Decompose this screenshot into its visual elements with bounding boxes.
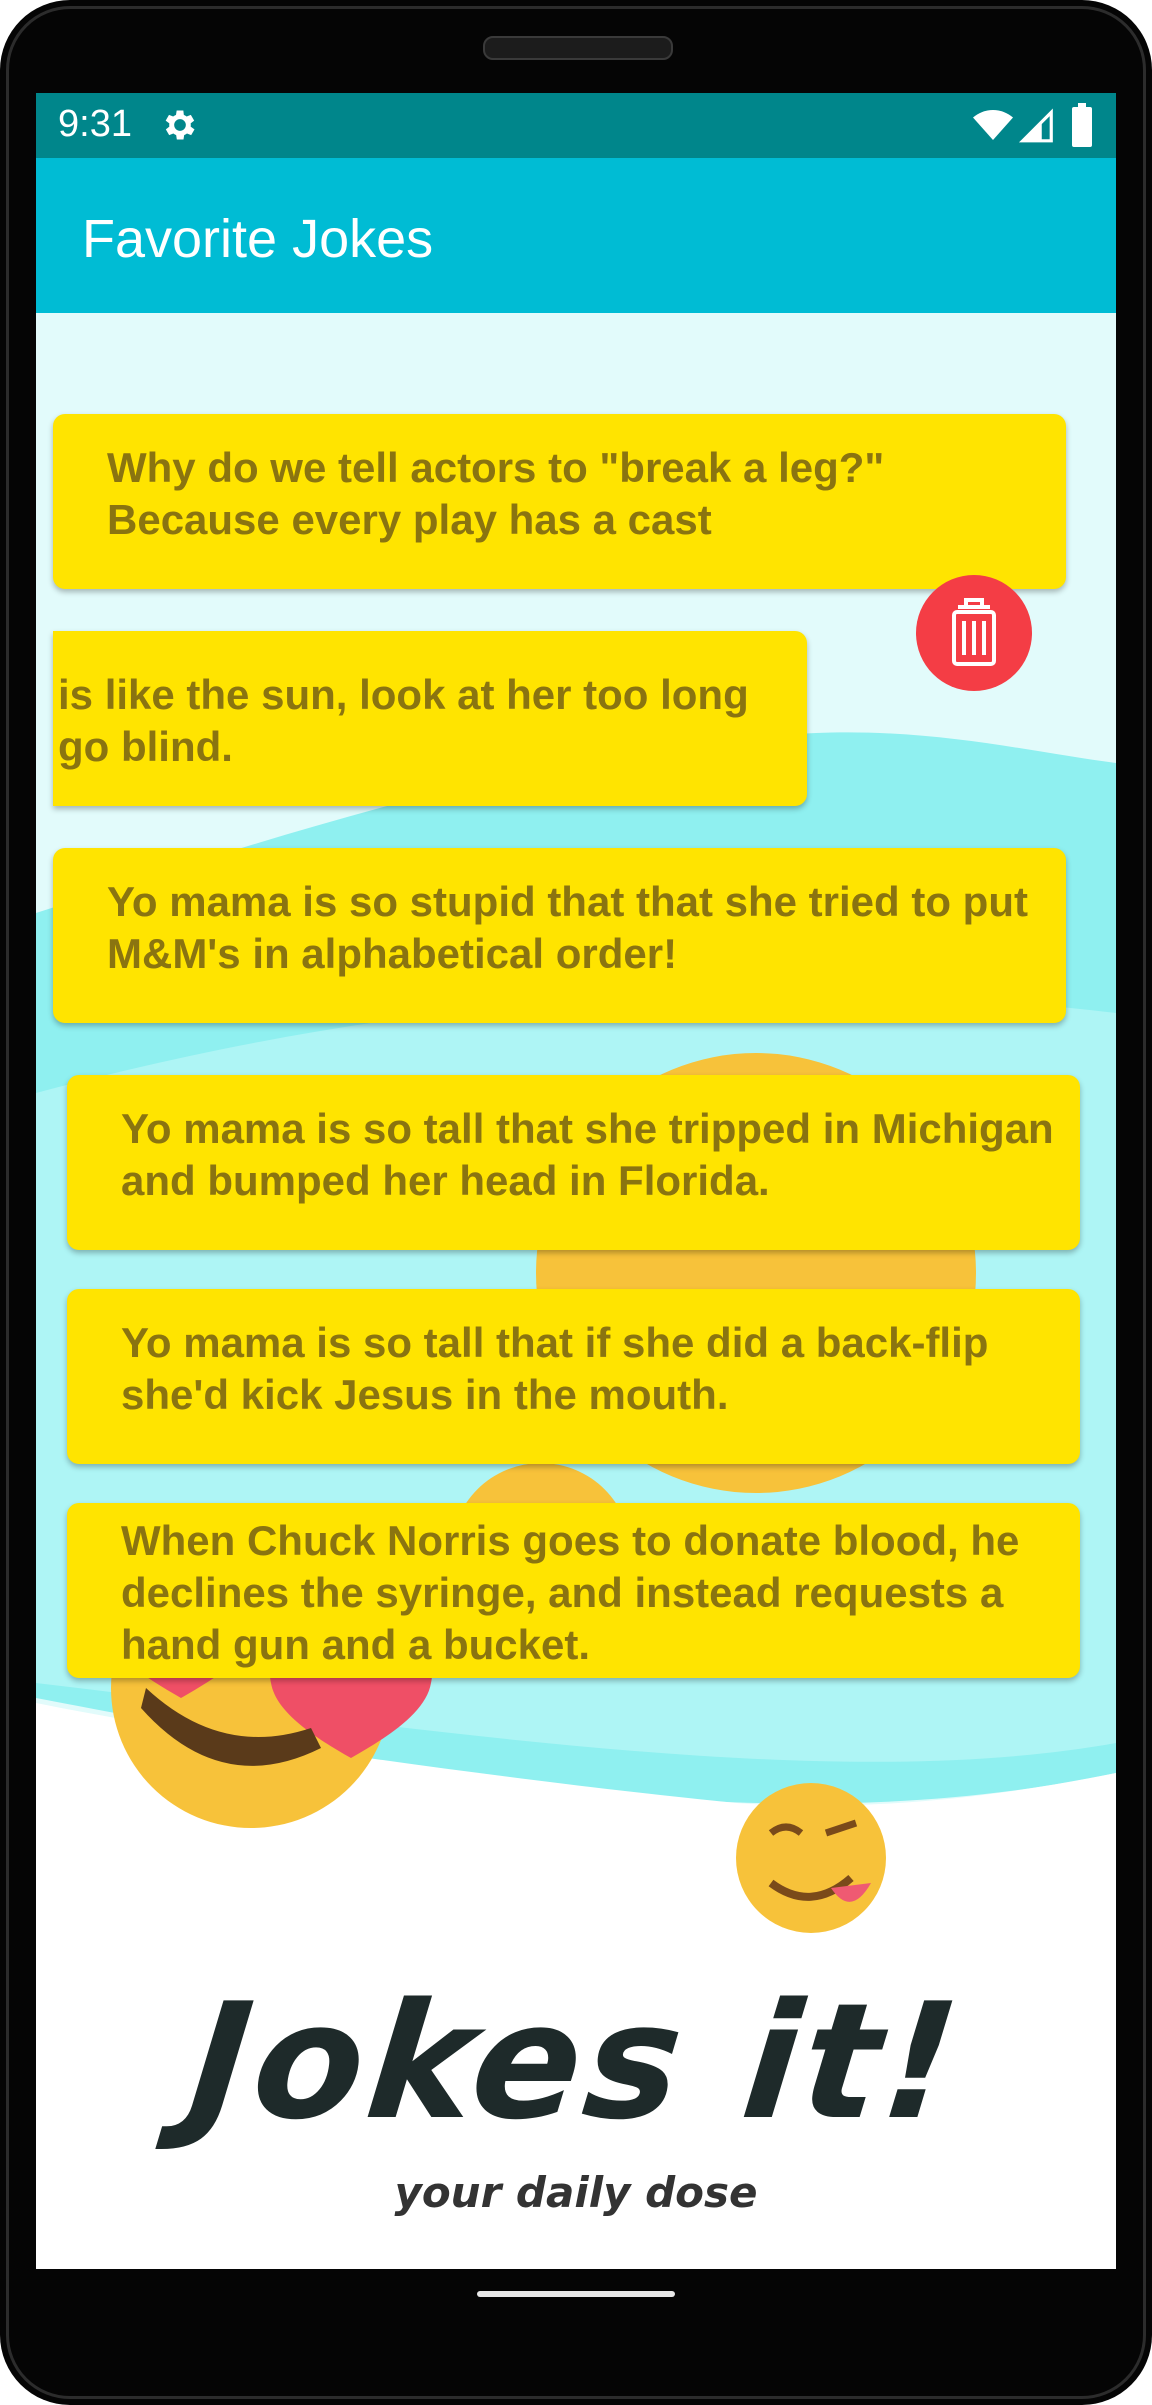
joke-text-line: she'd kick Jesus in the mouth. [121, 1371, 729, 1418]
gesture-nav-handle[interactable] [477, 2291, 675, 2297]
wifi-icon [973, 110, 1013, 140]
joke-text-line: When Chuck Norris goes to donate blood, … [121, 1517, 1020, 1564]
joke-text-line: Why do we tell actors to "break a leg?" [107, 444, 885, 491]
battery-icon [1072, 103, 1092, 147]
joke-text-line: Because every play has a cast [107, 496, 712, 543]
joke-text-line: Yo mama is so stupid that that she tried… [107, 878, 1028, 925]
joke-text-line: go blind. [58, 723, 233, 770]
settings-icon [165, 110, 195, 140]
phone-frame: 9:31 Favorite Jokes Jokes it! your daily… [0, 0, 1152, 2405]
joke-text-line: declines the syringe, and instead reques… [121, 1569, 1004, 1616]
joke-card[interactable]: Yo mama is so tall that if she did a bac… [67, 1289, 1080, 1464]
brand-logo: Jokes it! [181, 1968, 971, 2155]
joke-card[interactable]: Yo mama is so stupid that that she tried… [53, 848, 1066, 1023]
joke-card[interactable]: When Chuck Norris goes to donate blood, … [67, 1503, 1080, 1678]
joke-card-swiped[interactable]: is like the sun, look at her too long go… [53, 631, 807, 806]
status-time: 9:31 [58, 103, 132, 145]
speaker-grille [483, 36, 673, 60]
joke-text-line: and bumped her head in Florida. [121, 1157, 770, 1204]
brand-tagline: your daily dose [394, 2168, 758, 2217]
joke-text-line: M&M's in alphabetical order! [107, 930, 678, 977]
joke-text-line: Yo mama is so tall that she tripped in M… [121, 1105, 1054, 1152]
joke-text-line: hand gun and a bucket. [121, 1621, 591, 1668]
cell-signal-icon [1018, 108, 1053, 143]
trash-icon [952, 598, 996, 666]
status-bar: 9:31 [36, 93, 1116, 158]
emoji-yum-face [736, 1783, 886, 1933]
app-bar: Favorite Jokes [36, 158, 1116, 313]
joke-card[interactable]: Why do we tell actors to "break a leg?" … [53, 414, 1066, 589]
jokes-list[interactable]: Jokes it! your daily dose Why do we tell… [36, 313, 1116, 2269]
page-title: Favorite Jokes [82, 209, 434, 269]
joke-text-line: Yo mama is so tall that if she did a bac… [121, 1319, 989, 1366]
joke-text-line: is like the sun, look at her too long [58, 671, 749, 718]
joke-card[interactable]: Yo mama is so tall that she tripped in M… [67, 1075, 1080, 1250]
delete-button[interactable] [916, 575, 1032, 691]
screen: 9:31 Favorite Jokes Jokes it! your daily… [36, 93, 1116, 2269]
